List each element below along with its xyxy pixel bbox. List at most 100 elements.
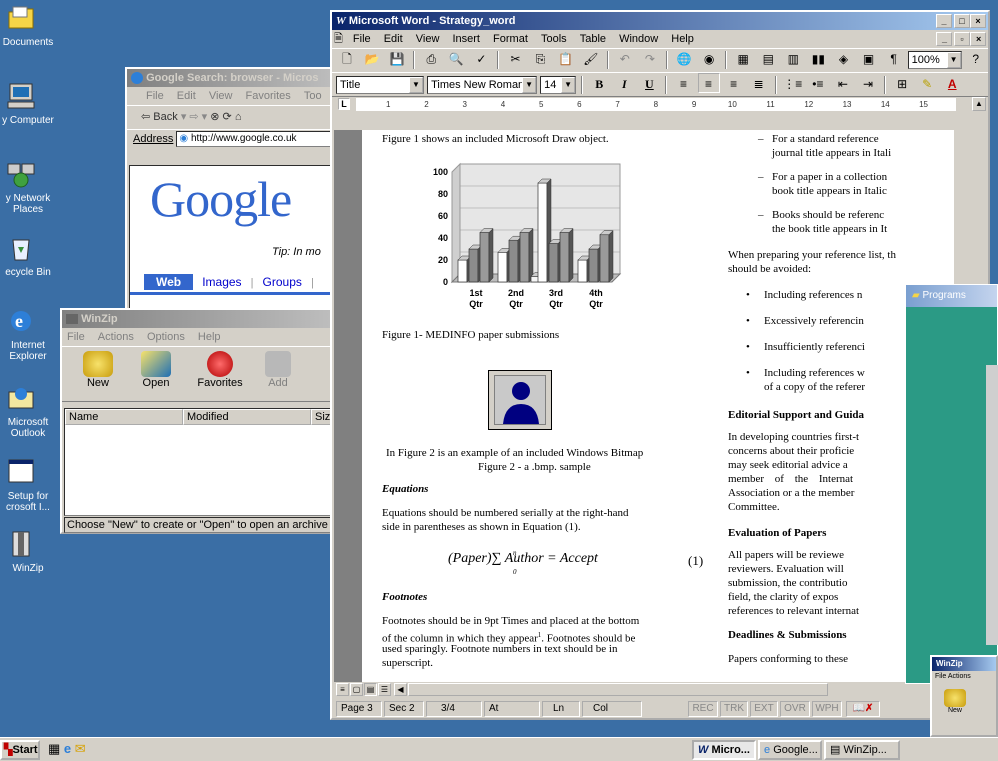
winzip-new-button[interactable]: New [78,351,118,389]
desktop-icon-network-places[interactable]: y Network Places [0,158,56,215]
normal-view-button[interactable]: ≡ [336,683,349,696]
underline-button[interactable]: U [638,74,660,94]
desktop-icon-documents[interactable]: Documents [0,2,56,48]
address-input[interactable]: ◉ http://www.google.co.uk [176,131,343,148]
taskbar-winzip[interactable]: ▤ WinZip... [824,740,900,760]
menu-edit[interactable]: Edit [172,90,201,102]
maximize-button[interactable]: □ [954,14,970,28]
cut-icon[interactable]: ✂ [505,49,527,69]
status-wph[interactable]: WPH [812,701,842,717]
winzip-small-titlebar[interactable]: WinZip [932,657,996,671]
winzip-menu-file[interactable]: File [62,331,90,343]
menu-tools[interactable]: Too [299,90,327,102]
winzip-small-new[interactable]: New [940,689,970,714]
ie-quicklaunch-icon[interactable]: e [64,741,71,756]
show-desktop-icon[interactable]: ▦ [48,741,60,756]
tables-borders-icon[interactable]: ▦ [732,49,754,69]
menu-favorites[interactable]: Favorites [241,90,296,102]
document-map-icon[interactable]: ▣ [858,49,880,69]
start-button[interactable]: ▚Start [0,740,40,760]
desktop-icon-winzip[interactable]: WinZip [0,528,56,574]
winzip-menu-actions[interactable]: Actions [93,331,139,343]
winzip-small-menu-actions[interactable]: Actions [948,673,971,680]
new-doc-icon[interactable]: 🗋 [336,49,358,69]
word-menu-file[interactable]: File [348,33,376,45]
doc-close-button[interactable]: × [970,32,986,46]
spelling-icon[interactable]: ✓ [470,49,492,69]
winzip-menu-help[interactable]: Help [193,331,226,343]
status-rec[interactable]: REC [688,701,718,717]
print-icon[interactable]: ⎙ [420,49,442,69]
insert-excel-icon[interactable]: ▥ [782,49,804,69]
italic-button[interactable]: I [613,74,635,94]
web-view-button[interactable]: ▢ [350,683,363,696]
home-icon[interactable]: ⌂ [235,111,242,123]
tab-images[interactable]: Images [196,275,247,289]
forward-arrow-icon[interactable]: ▾ ⇨ ▾ [181,111,210,123]
desktop-icon-setup[interactable]: Setup for crosoft I... [0,456,56,513]
status-ovr[interactable]: OVR [780,701,810,717]
format-painter-icon[interactable]: 🖌 [580,49,602,69]
show-hide-icon[interactable]: ¶ [883,49,905,69]
highlight-icon[interactable]: ✎ [916,74,938,94]
status-ext[interactable]: EXT [750,701,778,717]
programs-titlebar[interactable]: ▰ Programs [906,285,997,307]
spelling-status-icon[interactable]: 📖✗ [846,701,880,717]
winzip-window[interactable]: WinZip File Actions Options Help New Ope… [60,308,345,534]
word-window[interactable]: W Microsoft Word - Strategy_word _ □ × 🗎… [330,10,990,720]
paste-icon[interactable]: 📋 [555,49,577,69]
font-select[interactable]: Times New Roman ▼ [427,76,538,95]
word-menu-tools[interactable]: Tools [536,33,572,45]
outlook-quicklaunch-icon[interactable]: ✉ [75,741,86,756]
justify-icon[interactable]: ≣ [748,74,770,94]
align-right-icon[interactable]: ≡ [723,74,745,94]
increase-indent-icon[interactable]: ⇥ [857,74,879,94]
google-window-titlebar[interactable]: Google Search: browser - Micros [127,69,343,87]
winzip-menu-options[interactable]: Options [142,331,190,343]
chart[interactable]: 0 20 40 60 80 100 1st Qtr 2nd Qtr 3rd Qtr 4th Qtr [422,160,622,310]
col-name[interactable]: Name [65,409,183,425]
tab-web[interactable]: Web [144,274,194,290]
redo-icon[interactable]: ↷ [639,49,661,69]
word-menu-window[interactable]: Window [614,33,663,45]
desktop-icon-internet-explorer[interactable]: e Internet Explorer [0,305,56,362]
tab-selector[interactable]: L [338,98,350,110]
desktop-icon-my-computer[interactable]: y Computer [0,80,56,126]
winzip-small-window[interactable]: WinZip File Actions New [930,655,998,737]
word-titlebar[interactable]: W Microsoft Word - Strategy_word _ □ × [332,12,988,30]
save-icon[interactable]: 💾 [386,49,408,69]
drawing-icon[interactable]: ◈ [832,49,854,69]
document-area[interactable]: Figure 1 shows an included Microsoft Dra… [334,130,954,682]
print-preview-icon[interactable]: 🔍 [445,49,467,69]
google-browser-window[interactable]: Google Search: browser - Micros File Edi… [125,67,345,327]
word-menu-table[interactable]: Table [575,33,611,45]
decrease-indent-icon[interactable]: ⇤ [832,74,854,94]
bullets-icon[interactable]: •≡ [807,74,829,94]
undo-icon[interactable]: ↶ [614,49,636,69]
refresh-icon[interactable]: ⟳ [223,111,235,123]
col-modified[interactable]: Modified [183,409,311,425]
scroll-left-button[interactable]: ◀ [394,683,407,696]
style-select[interactable]: Title ▼ [336,76,424,95]
winzip-small-menu-file[interactable]: File [935,673,946,680]
taskbar-google[interactable]: e Google... [758,740,822,760]
bitmap-image[interactable] [488,370,552,430]
winzip-titlebar[interactable]: WinZip [62,310,343,328]
open-folder-icon[interactable]: 📂 [361,49,383,69]
winzip-favorites-button[interactable]: Favorites [192,351,248,389]
align-center-icon[interactable]: ≡ [697,73,720,93]
winzip-open-button[interactable]: Open [136,351,176,389]
document-page[interactable]: Figure 1 shows an included Microsoft Dra… [362,130,954,682]
hyperlink-icon[interactable]: 🌐 [673,49,695,69]
align-left-icon[interactable]: ≡ [673,74,695,94]
minimize-button[interactable]: _ [936,14,952,28]
web-toolbar-icon[interactable]: ◉ [698,49,720,69]
desktop-icon-recycle-bin[interactable]: ecycle Bin [0,232,56,278]
word-menu-help[interactable]: Help [666,33,699,45]
word-menu-view[interactable]: View [411,33,445,45]
columns-icon[interactable]: ▮▮ [807,49,829,69]
print-view-button[interactable]: ▤ [364,683,377,696]
zoom-select[interactable]: 100% ▼ [907,51,962,70]
word-menu-insert[interactable]: Insert [447,33,485,45]
close-button[interactable]: × [970,14,986,28]
